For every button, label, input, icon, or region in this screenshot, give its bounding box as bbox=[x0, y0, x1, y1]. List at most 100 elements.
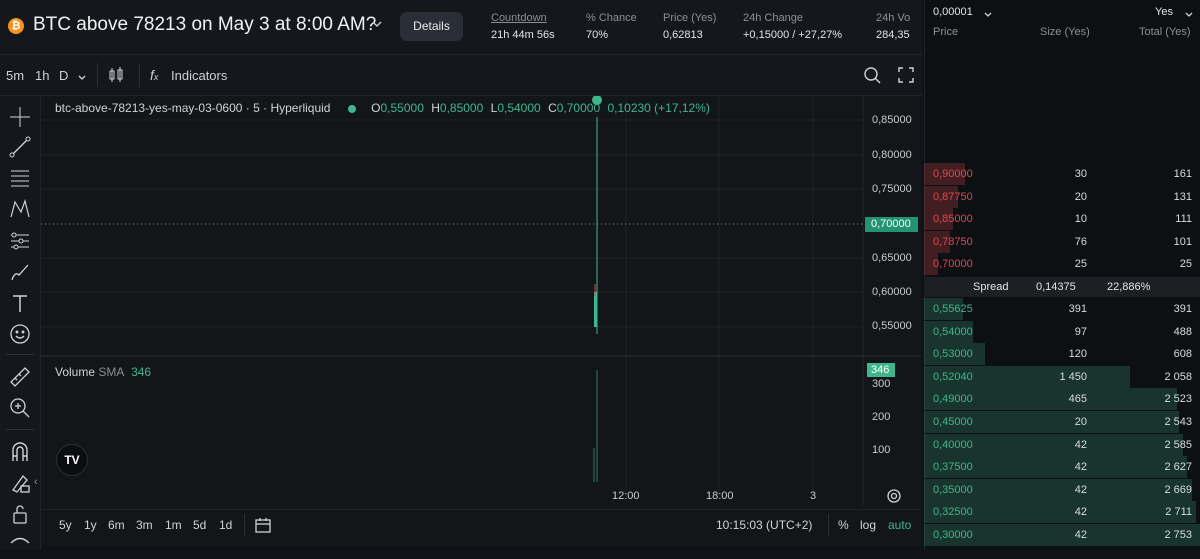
settings-gear-icon[interactable] bbox=[886, 488, 902, 509]
side-select[interactable]: Yes bbox=[1155, 6, 1173, 18]
bid-row[interactable]: 0,30000 42 2 753 bbox=[924, 524, 1200, 546]
trendline-icon[interactable] bbox=[9, 136, 31, 158]
clock-time[interactable]: 10:15:03 (UTC+2) bbox=[716, 518, 812, 532]
price-cell: 0,90000 bbox=[933, 168, 973, 180]
size-cell: 20 bbox=[1074, 190, 1087, 203]
size-cell: 20 bbox=[1074, 416, 1087, 428]
size-cell: 30 bbox=[1074, 168, 1087, 180]
forecast-icon[interactable] bbox=[9, 230, 31, 252]
bid-row[interactable]: 0,35000 42 2 669 bbox=[924, 478, 1200, 501]
emoji-icon[interactable] bbox=[9, 323, 31, 345]
brush-icon[interactable] bbox=[9, 261, 31, 283]
volume-value: 284,35 bbox=[876, 29, 910, 41]
log-toggle[interactable]: log bbox=[860, 518, 876, 532]
crosshair-icon[interactable] bbox=[9, 106, 31, 128]
ask-row[interactable]: 0,70000 25 25 bbox=[924, 253, 1200, 276]
details-button[interactable]: Details bbox=[400, 12, 463, 41]
pattern-icon[interactable] bbox=[9, 198, 31, 220]
ask-row[interactable]: 0,78750 76 101 bbox=[924, 230, 1200, 253]
percent-toggle[interactable]: % bbox=[838, 518, 849, 532]
bottom-divider bbox=[41, 509, 921, 510]
zoom-in-icon[interactable] bbox=[9, 397, 31, 419]
go-to-date-icon[interactable] bbox=[254, 516, 272, 539]
chart-svg[interactable] bbox=[41, 96, 921, 546]
price-cell: 0,70000 bbox=[933, 258, 973, 271]
market-title[interactable]: BTC above 78213 on May 3 at 8:00 AM? bbox=[33, 14, 376, 36]
volume-tick: 100 bbox=[872, 444, 891, 456]
fullscreen-icon[interactable] bbox=[898, 67, 914, 88]
text-icon[interactable] bbox=[9, 292, 31, 314]
visibility-icon[interactable] bbox=[9, 532, 31, 554]
sma-label: SMA bbox=[98, 365, 124, 379]
zoom-icon[interactable] bbox=[863, 66, 881, 89]
price-cell: 0,55625 bbox=[933, 303, 973, 315]
size-cell: 97 bbox=[1074, 325, 1087, 338]
range-1d[interactable]: 1d bbox=[219, 518, 232, 532]
range-5y[interactable]: 5y bbox=[59, 518, 72, 532]
price-cell: 0,85000 bbox=[933, 213, 973, 226]
ask-row[interactable]: 0,85000 10 111 bbox=[924, 208, 1200, 231]
volume-tick: 300 bbox=[872, 378, 891, 390]
chart-panel[interactable] bbox=[41, 96, 921, 546]
bid-row[interactable]: 0,55625 391 391 bbox=[924, 298, 1200, 320]
auto-toggle[interactable]: auto bbox=[888, 518, 911, 532]
bid-row[interactable]: 0,32500 42 2 711 bbox=[924, 501, 1200, 524]
total-cell: 131 bbox=[1173, 190, 1192, 203]
range-1y[interactable]: 1y bbox=[84, 518, 97, 532]
tradingview-logo-icon[interactable]: TV bbox=[56, 444, 88, 476]
lock-icon[interactable] bbox=[9, 503, 31, 525]
ruler-icon[interactable] bbox=[9, 366, 31, 388]
bid-row[interactable]: 0,53000 120 608 bbox=[924, 343, 1200, 366]
interval-d[interactable]: D bbox=[59, 68, 68, 83]
range-3m[interactable]: 3m bbox=[136, 518, 153, 532]
tick-size-select[interactable]: 0,00001 bbox=[933, 6, 973, 18]
bid-row[interactable]: 0,40000 42 2 585 bbox=[924, 433, 1200, 456]
close-value: 0,70000 bbox=[556, 101, 601, 115]
toolbar-divider bbox=[97, 63, 98, 87]
size-cell: 42 bbox=[1074, 506, 1087, 519]
spread-percent: 22,886% bbox=[1107, 281, 1151, 293]
total-cell: 101 bbox=[1173, 235, 1192, 248]
magnet-icon[interactable] bbox=[9, 441, 31, 463]
size-cell: 42 bbox=[1074, 438, 1087, 451]
price-tick: 0,55000 bbox=[872, 320, 912, 332]
range-5d[interactable]: 5d bbox=[193, 518, 206, 532]
total-cell: 2 711 bbox=[1165, 506, 1192, 519]
change-label: 24h Change bbox=[743, 12, 803, 24]
bid-row[interactable]: 0,49000 465 2 523 bbox=[924, 388, 1200, 411]
price-cell: 0,78750 bbox=[933, 235, 973, 248]
fib-lines-icon[interactable] bbox=[9, 167, 31, 189]
range-6m[interactable]: 6m bbox=[108, 518, 125, 532]
price-cell: 0,32500 bbox=[933, 506, 973, 519]
indicators-button[interactable]: Indicators bbox=[171, 68, 227, 83]
range-1m[interactable]: 1m bbox=[165, 518, 182, 532]
current-price-label: 0,70000 bbox=[871, 218, 911, 230]
bid-row[interactable]: 0,54000 97 488 bbox=[924, 320, 1200, 343]
ask-row[interactable]: 0,87750 20 131 bbox=[924, 185, 1200, 208]
collapse-arrow-icon[interactable]: ‹ bbox=[34, 476, 38, 488]
size-cell: 120 bbox=[1068, 348, 1087, 361]
side-chevron-icon[interactable] bbox=[1184, 7, 1194, 25]
price-tick: 0,60000 bbox=[872, 286, 912, 298]
change-value: 0,10230 (+17,12%) bbox=[607, 101, 710, 115]
bid-row[interactable]: 0,52040 1 450 2 058 bbox=[924, 365, 1200, 388]
interval-1h[interactable]: 1h bbox=[35, 68, 49, 83]
total-cell: 391 bbox=[1173, 303, 1192, 315]
chevron-down-icon[interactable] bbox=[371, 17, 383, 33]
lock-drawing-icon[interactable] bbox=[9, 472, 31, 494]
interval-chevron-icon[interactable] bbox=[77, 70, 87, 88]
tick-chevron-icon[interactable] bbox=[983, 7, 993, 25]
bid-row[interactable]: 0,37500 42 2 627 bbox=[924, 456, 1200, 479]
high-value: 0,85000 bbox=[439, 101, 484, 115]
bid-row[interactable]: 0,45000 20 2 543 bbox=[924, 411, 1200, 433]
interval-5m[interactable]: 5m bbox=[6, 68, 24, 83]
price-cell: 0,49000 bbox=[933, 393, 973, 406]
price-label: Price (Yes) bbox=[663, 12, 717, 24]
ask-row[interactable]: 0,90000 30 161 bbox=[924, 163, 1200, 185]
indicators-icon[interactable]: fx bbox=[150, 67, 158, 83]
chart-legend: btc-above-78213-yes-may-03-0600 · 5 · Hy… bbox=[55, 101, 710, 115]
high-label: H bbox=[431, 101, 440, 115]
bitcoin-icon: ₿ bbox=[8, 18, 24, 34]
spread-label: Spread bbox=[973, 281, 1009, 293]
candles-icon[interactable] bbox=[108, 66, 124, 89]
